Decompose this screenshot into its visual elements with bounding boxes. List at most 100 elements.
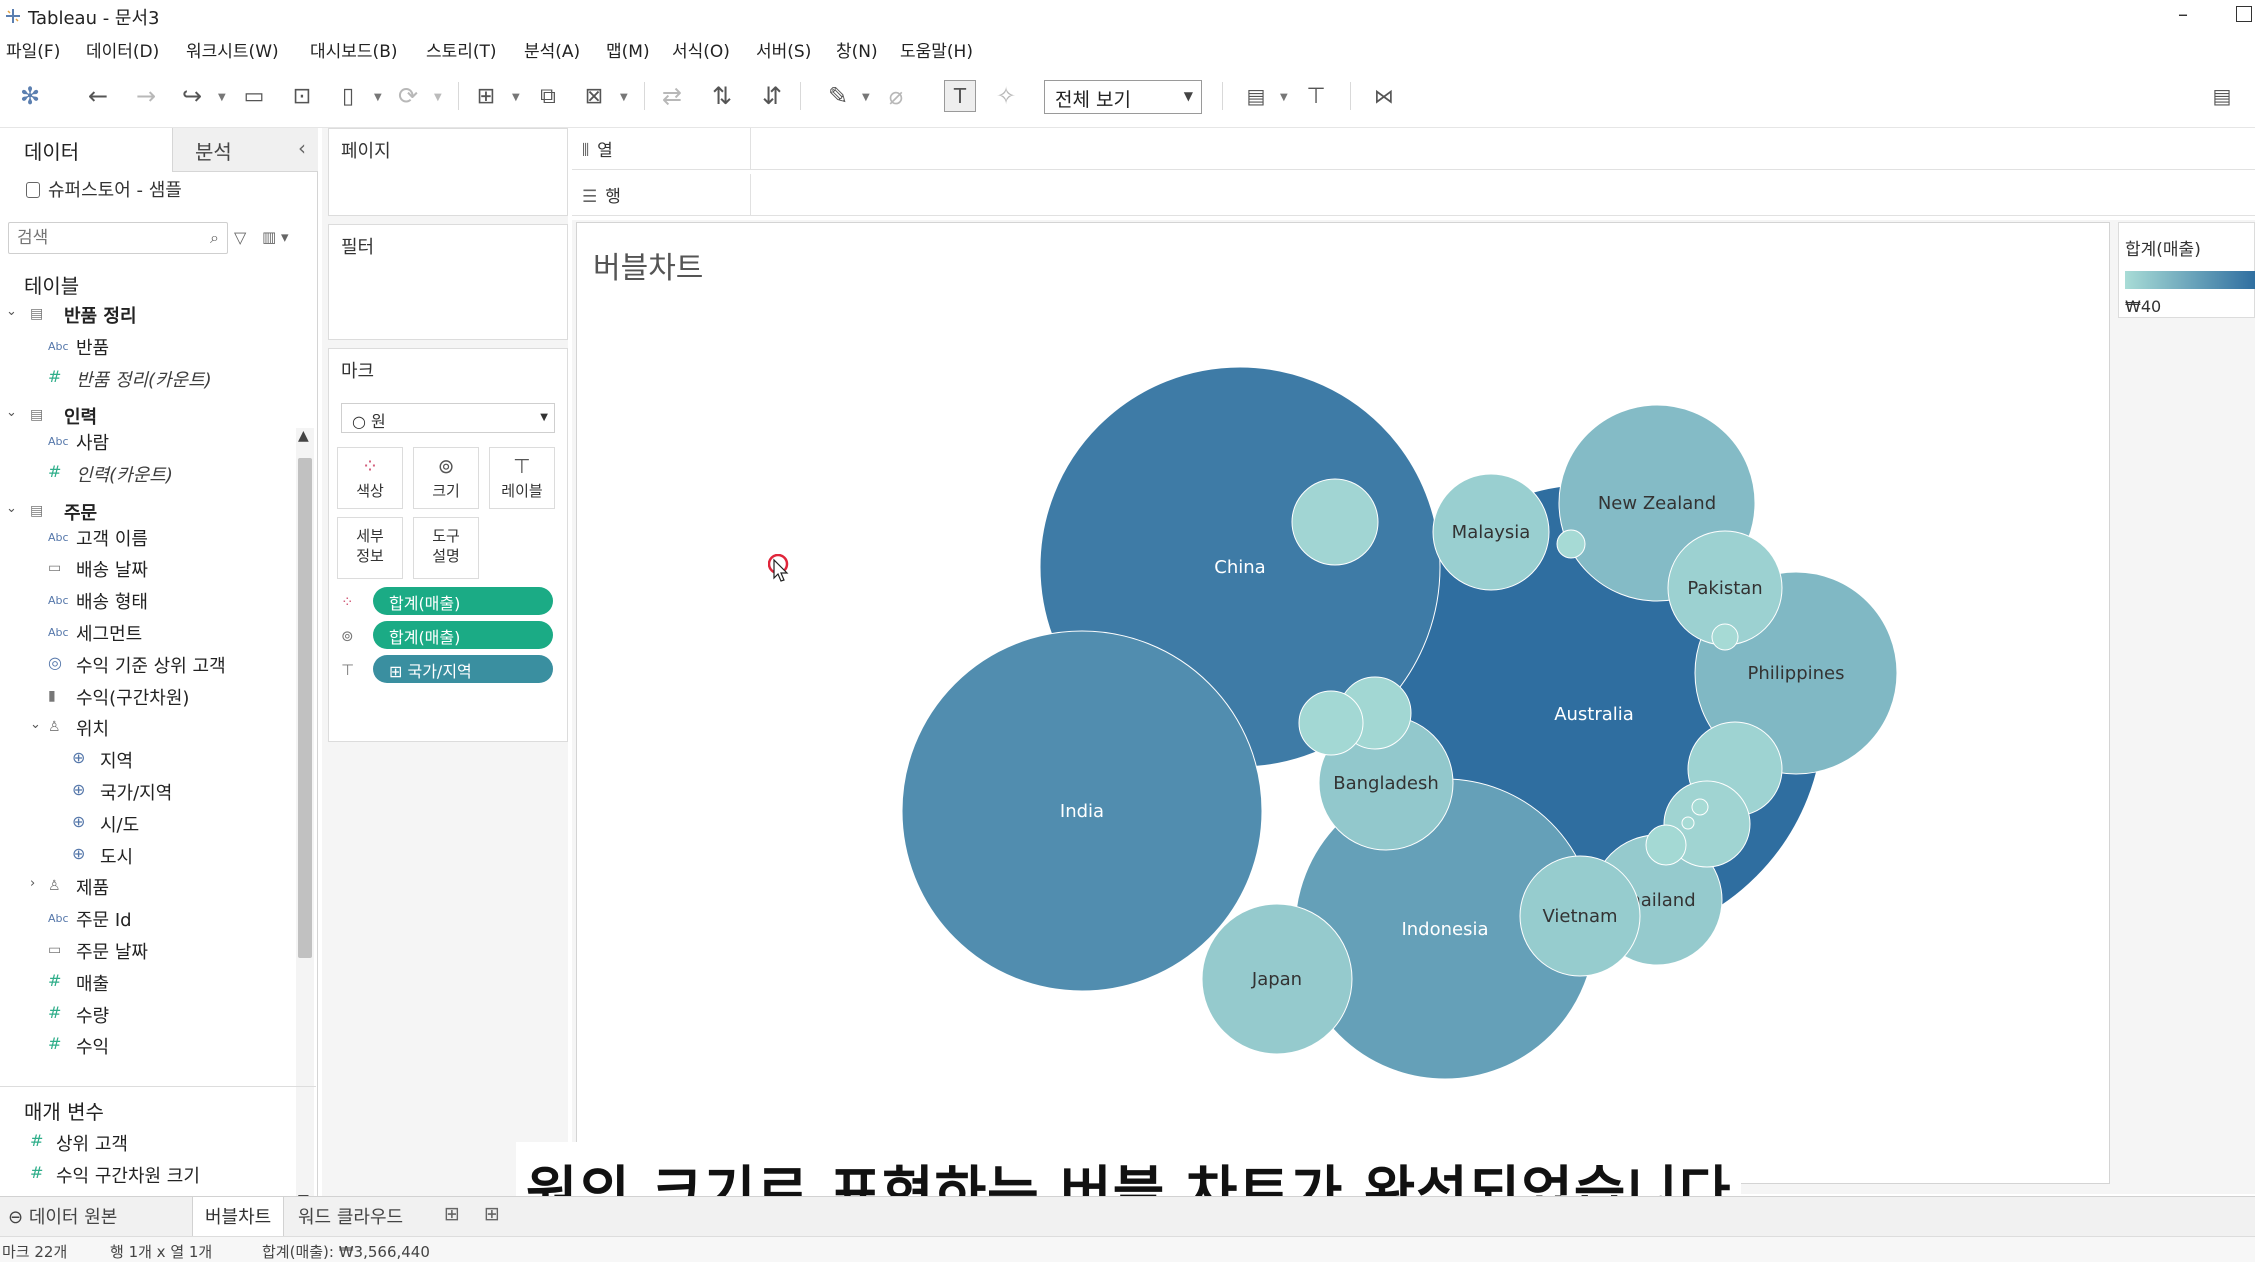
table-group[interactable]: ⌄ ▤ 반품 정리: [0, 300, 296, 330]
rows-drop-zone[interactable]: [750, 174, 2255, 216]
presentation-mode-icon[interactable]: ⊤: [1300, 80, 1332, 112]
tab-analysis[interactable]: 분석: [172, 128, 318, 172]
share-icon[interactable]: ⋈: [1368, 80, 1400, 112]
tab-data[interactable]: 데이터: [0, 128, 172, 172]
replay-dropdown-icon[interactable]: ▼: [218, 92, 226, 103]
field-item[interactable]: Abc 배송 형태: [0, 586, 296, 616]
field-item[interactable]: Abc 반품: [0, 332, 296, 362]
bubble-mark[interactable]: [1291, 478, 1379, 566]
field-item[interactable]: ▮ 수익(구간차원): [0, 682, 296, 712]
new-worksheet-icon[interactable]: ⊞: [470, 80, 502, 112]
new-dashboard-tab-icon[interactable]: ⊞: [484, 1203, 500, 1225]
size-button[interactable]: ⊚ 크기: [413, 447, 479, 509]
menu-analysis[interactable]: 분석(A): [524, 37, 580, 62]
search-box[interactable]: ⌕: [8, 222, 228, 254]
sort-ascending-icon[interactable]: ⇅: [706, 80, 738, 112]
chevron-down-icon[interactable]: ⌄: [6, 501, 17, 516]
datasource-item[interactable]: 슈퍼스토어 - 샘플: [26, 176, 182, 202]
field-item[interactable]: ⊕ 국가/지역: [0, 777, 296, 807]
clear-sheet-icon[interactable]: ⊠: [578, 80, 610, 112]
parameter-item[interactable]: # 상위 고객: [0, 1128, 296, 1158]
collapse-pane-icon[interactable]: ‹: [298, 136, 306, 160]
field-item[interactable]: Abc 주문 Id: [0, 904, 296, 934]
bubble-mark[interactable]: [1645, 824, 1687, 866]
bubble-mark[interactable]: [1691, 798, 1709, 816]
show-me-icon[interactable]: ▤: [2206, 80, 2238, 112]
field-item[interactable]: ⊕ 지역: [0, 745, 296, 775]
save-icon[interactable]: ▭: [238, 80, 270, 112]
new-worksheet-dropdown-icon[interactable]: ▼: [512, 92, 520, 103]
show-cards-icon[interactable]: ▤: [1240, 80, 1272, 112]
chevron-down-icon[interactable]: ⌄: [30, 717, 41, 732]
menu-server[interactable]: 서버(S): [756, 37, 811, 62]
field-item[interactable]: # 수량: [0, 1000, 296, 1030]
bubble-mark[interactable]: [1711, 623, 1739, 651]
field-item[interactable]: # 매출: [0, 968, 296, 998]
redo-icon[interactable]: →: [130, 80, 162, 112]
chevron-right-icon[interactable]: ›: [30, 876, 35, 891]
tab-bubble-chart[interactable]: 버블차트: [192, 1197, 285, 1237]
field-item[interactable]: Abc 고객 이름: [0, 523, 296, 553]
menu-window[interactable]: 창(N): [836, 37, 878, 62]
field-item[interactable]: Abc 사람: [0, 427, 296, 457]
search-input[interactable]: [9, 223, 189, 253]
bubble-chart[interactable]: Australia China India Indonesia Philippines N…: [577, 223, 2111, 1185]
menu-data[interactable]: 데이터(D): [86, 37, 159, 62]
chevron-down-icon[interactable]: ⌄: [6, 304, 17, 319]
swap-icon[interactable]: ⇄: [656, 80, 688, 112]
field-item[interactable]: ⊕ 시/도: [0, 809, 296, 839]
refresh-icon[interactable]: ⟳: [392, 80, 424, 112]
bubble-mark[interactable]: [1681, 816, 1695, 830]
field-item[interactable]: ⊕ 도시: [0, 841, 296, 871]
clear-dropdown-icon[interactable]: ▼: [620, 92, 628, 103]
columns-drop-zone[interactable]: [750, 128, 2255, 170]
replay-icon[interactable]: ↪: [176, 80, 208, 112]
tableau-start-icon[interactable]: ✻: [14, 80, 46, 112]
new-worksheet-tab-icon[interactable]: ⊞: [444, 1203, 460, 1225]
pages-shelf[interactable]: 페이지: [328, 128, 568, 216]
highlight-icon[interactable]: ✎: [822, 80, 854, 112]
pause-dropdown-icon[interactable]: ▼: [374, 92, 382, 103]
sort-descending-icon[interactable]: ⇵: [756, 80, 788, 112]
filter-icon[interactable]: ▽: [234, 228, 246, 247]
field-item[interactable]: # 반품 정리(카운트): [0, 364, 296, 394]
color-button[interactable]: ⁘ 색상: [337, 447, 403, 509]
scroll-up-icon[interactable]: ▲: [298, 428, 309, 444]
chevron-down-icon[interactable]: ⌄: [6, 405, 17, 420]
menu-help[interactable]: 도움말(H): [900, 37, 973, 62]
menu-map[interactable]: 맵(M): [606, 37, 650, 62]
color-legend[interactable]: 합계(매출) ₩40: [2118, 222, 2255, 318]
bubble-mark[interactable]: [1298, 690, 1364, 756]
tooltip-button[interactable]: 도구 설명: [413, 517, 479, 579]
field-item[interactable]: # 인력(카운트): [0, 459, 296, 489]
field-item[interactable]: ▭ 배송 날짜: [0, 554, 296, 584]
field-item[interactable]: Abc 세그먼트: [0, 618, 296, 648]
mark-type-select[interactable]: ○ 원 ▼: [341, 403, 555, 433]
fit-select[interactable]: 전체 보기 ▼: [1044, 80, 1202, 114]
field-item[interactable]: ▭ 주문 날짜: [0, 936, 296, 966]
fix-axes-icon[interactable]: ✧: [990, 80, 1022, 112]
detail-button[interactable]: 세부 정보: [337, 517, 403, 579]
sum-sales-color-pill[interactable]: 합계(매출): [373, 587, 553, 615]
undo-icon[interactable]: ←: [82, 80, 114, 112]
worksheet-canvas[interactable]: 버블차트 Australia China India Indonesia Philipp…: [576, 222, 2110, 1184]
view-options-icon[interactable]: ▥ ▾: [262, 228, 288, 246]
highlight-dropdown-icon[interactable]: ▼: [862, 92, 870, 103]
field-item[interactable]: ⌄ ♙ 위치: [0, 713, 296, 743]
restore-icon[interactable]: [2236, 6, 2252, 22]
pause-updates-icon[interactable]: ▯: [332, 80, 364, 112]
field-item[interactable]: # 수익: [0, 1031, 296, 1061]
sum-sales-size-pill[interactable]: 합계(매출): [373, 621, 553, 649]
refresh-dropdown-icon[interactable]: ▼: [434, 92, 442, 103]
menu-worksheet[interactable]: 워크시트(W): [186, 37, 279, 62]
label-button[interactable]: ⊤ 레이블: [489, 447, 555, 509]
field-item[interactable]: › ♙ 제품: [0, 872, 296, 902]
menu-format[interactable]: 서식(O): [672, 37, 730, 62]
menu-dashboard[interactable]: 대시보드(B): [310, 37, 398, 62]
show-cards-dropdown-icon[interactable]: ▼: [1280, 92, 1288, 103]
new-datasource-icon[interactable]: ⊡: [286, 80, 318, 112]
duplicate-sheet-icon[interactable]: ⧉: [532, 80, 564, 112]
field-item[interactable]: ◎ 수익 기준 상위 고객: [0, 650, 296, 680]
menu-file[interactable]: 파일(F): [6, 37, 60, 62]
filters-shelf[interactable]: 필터: [328, 224, 568, 340]
